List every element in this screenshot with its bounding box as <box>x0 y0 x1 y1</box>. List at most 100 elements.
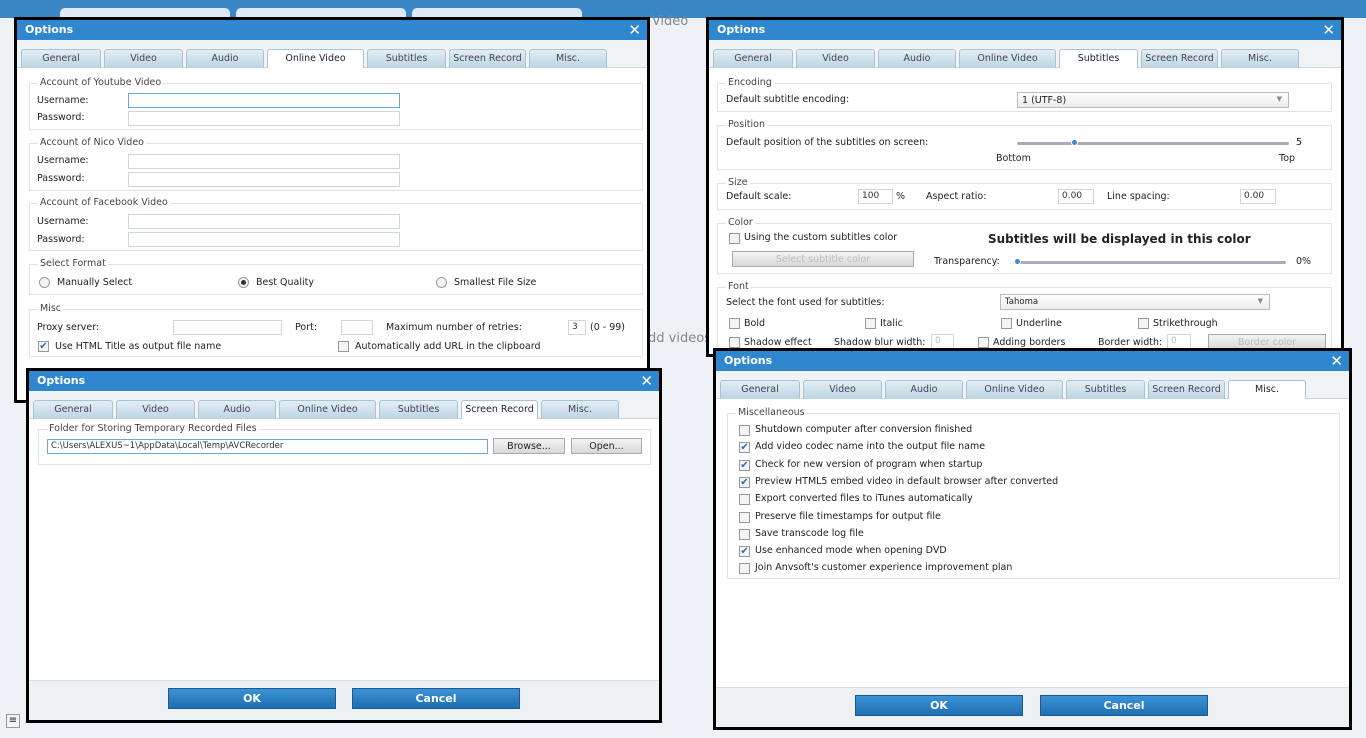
browse-button[interactable]: Browse... <box>493 438 565 454</box>
misc-option-checkbox[interactable] <box>739 563 750 575</box>
tab-screen-record[interactable]: Screen Record <box>449 49 526 68</box>
cancel-button[interactable]: Cancel <box>352 688 520 709</box>
italic-checkbox[interactable] <box>865 318 876 329</box>
tab-audio[interactable]: Audio <box>186 49 264 68</box>
auto-url-checkbox[interactable] <box>338 341 349 352</box>
misc-option-checkbox[interactable] <box>739 494 750 506</box>
cancel-button[interactable]: Cancel <box>1040 695 1208 716</box>
tab-general[interactable]: General <box>713 49 793 68</box>
group-label: Misc <box>38 303 64 314</box>
nico-username-input[interactable] <box>128 154 400 169</box>
bold-checkbox[interactable] <box>729 318 740 329</box>
misc-option-checkbox[interactable]: ✔ <box>739 442 750 454</box>
tab-video[interactable]: Video <box>116 400 195 419</box>
encoding-select[interactable]: 1 (UTF-8) ▼ <box>1017 92 1289 108</box>
tab-general[interactable]: General <box>21 49 101 68</box>
tab-misc[interactable]: Misc. <box>1228 380 1306 399</box>
manual-select-radio[interactable] <box>39 277 50 288</box>
misc-option-checkbox[interactable]: ✔ <box>739 546 750 558</box>
close-icon[interactable]: ✕ <box>640 372 653 390</box>
misc-option-checkbox[interactable] <box>739 425 750 436</box>
slider-thumb[interactable] <box>1014 258 1021 265</box>
best-quality-radio[interactable] <box>238 277 249 288</box>
aspect-ratio-input[interactable]: 0.00 <box>1058 189 1094 204</box>
misc-option-checkbox[interactable] <box>739 528 750 540</box>
radio-label: Smallest File Size <box>454 277 537 288</box>
port-input[interactable] <box>341 320 373 335</box>
retries-range: (0 - 99) <box>590 322 626 333</box>
strikethrough-checkbox[interactable] <box>1138 318 1149 329</box>
tab-misc[interactable]: Misc. <box>529 49 607 68</box>
misc-option-checkbox[interactable]: ✔ <box>739 459 750 471</box>
custom-color-checkbox[interactable] <box>729 233 740 244</box>
percent-label: % <box>896 191 906 202</box>
folder-path-input[interactable]: C:\Users\ALEXUS~1\AppData\Local\Temp\AVC… <box>47 439 488 454</box>
tab-online-video[interactable]: Online Video <box>267 49 364 68</box>
proxy-server-input[interactable] <box>173 320 282 335</box>
blur-width-input[interactable]: 0 <box>931 334 954 349</box>
tab-subtitles[interactable]: Subtitles <box>379 400 458 419</box>
tab-general[interactable]: General <box>720 380 800 399</box>
font-select[interactable]: Tahoma ▼ <box>1000 294 1270 310</box>
username-label: Username: <box>37 95 89 106</box>
borders-checkbox[interactable] <box>978 337 989 348</box>
tab-online-video[interactable]: Online Video <box>959 49 1056 68</box>
tab-screen-record[interactable]: Screen Record <box>1148 380 1225 399</box>
options-dialog-screen-record: Options ✕ General Video Audio Online Video S… <box>26 368 662 723</box>
facebook-username-input[interactable] <box>128 214 400 229</box>
tab-misc[interactable]: Misc. <box>1221 49 1299 68</box>
underline-checkbox[interactable] <box>1001 318 1012 329</box>
tab-audio[interactable]: Audio <box>198 400 276 419</box>
html-title-checkbox[interactable]: ✔ <box>38 341 49 352</box>
tab-online-video[interactable]: Online Video <box>966 380 1063 399</box>
close-icon[interactable]: ✕ <box>1322 21 1335 39</box>
youtube-username-input[interactable] <box>128 93 400 108</box>
select-color-button[interactable]: Select subtitle color <box>732 251 914 267</box>
group-label: Size <box>726 177 750 188</box>
line-spacing-input[interactable]: 0.00 <box>1240 189 1276 204</box>
tab-subtitles[interactable]: Subtitles <box>1059 49 1138 68</box>
scale-label: Default scale: <box>726 191 792 202</box>
misc-option-checkbox[interactable]: ✔ <box>739 476 750 488</box>
username-label: Username: <box>37 155 89 166</box>
open-button[interactable]: Open... <box>571 438 642 454</box>
ok-button[interactable]: OK <box>855 695 1023 716</box>
password-label: Password: <box>37 173 85 184</box>
close-icon[interactable]: ✕ <box>628 21 641 39</box>
smallest-size-radio[interactable] <box>436 277 447 288</box>
tab-online-video[interactable]: Online Video <box>279 400 376 419</box>
tab-subtitles[interactable]: Subtitles <box>1066 380 1145 399</box>
shadow-checkbox[interactable] <box>729 337 740 348</box>
tab-subtitles[interactable]: Subtitles <box>367 49 446 68</box>
ok-button[interactable]: OK <box>168 688 336 709</box>
nico-password-input[interactable] <box>128 172 400 187</box>
close-icon[interactable]: ✕ <box>1330 352 1343 370</box>
tab-audio[interactable]: Audio <box>878 49 956 68</box>
slider-thumb[interactable] <box>1071 139 1079 146</box>
tab-screen-record[interactable]: Screen Record <box>461 400 538 419</box>
position-slider[interactable] <box>1017 139 1289 146</box>
chevron-down-icon: ▼ <box>1276 95 1282 103</box>
password-label: Password: <box>37 234 85 245</box>
youtube-password-input[interactable] <box>128 111 400 126</box>
dialog-title: Options <box>709 20 1341 40</box>
scale-input[interactable]: 100 <box>858 189 893 204</box>
border-width-input[interactable]: 0 <box>1167 334 1191 349</box>
tab-screen-record[interactable]: Screen Record <box>1141 49 1218 68</box>
misc-option-checkbox[interactable] <box>739 511 750 523</box>
tab-general[interactable]: General <box>33 400 113 419</box>
checkbox-label: Automatically add URL in the clipboard <box>355 341 541 352</box>
tab-video[interactable]: Video <box>104 49 183 68</box>
options-dialog-misc: Options ✕ General Video Audio Online Video S… <box>713 348 1352 730</box>
tab-video[interactable]: Video <box>796 49 875 68</box>
transparency-slider[interactable] <box>1014 258 1286 265</box>
checkbox-label: Italic <box>880 318 903 329</box>
tab-audio[interactable]: Audio <box>885 380 963 399</box>
tab-misc[interactable]: Misc. <box>541 400 619 419</box>
tab-video[interactable]: Video <box>803 380 882 399</box>
border-width-label: Border width: <box>1098 337 1163 348</box>
checkbox-label: Use enhanced mode when opening DVD <box>755 545 947 557</box>
facebook-password-input[interactable] <box>128 232 400 247</box>
menu-icon[interactable]: ≡ <box>6 714 20 728</box>
retries-input[interactable]: 3 <box>568 320 586 335</box>
